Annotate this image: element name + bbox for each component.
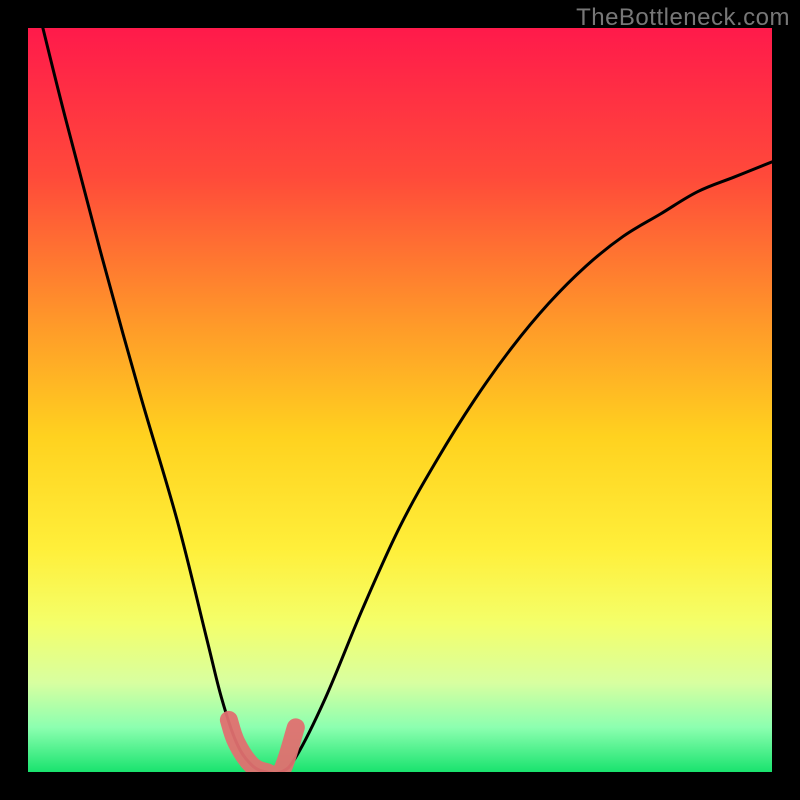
- chart-frame: TheBottleneck.com: [0, 0, 800, 800]
- plot-area: [28, 28, 772, 772]
- watermark-label: TheBottleneck.com: [576, 4, 790, 32]
- gradient-background: [28, 28, 772, 772]
- bottleneck-chart: [28, 28, 772, 772]
